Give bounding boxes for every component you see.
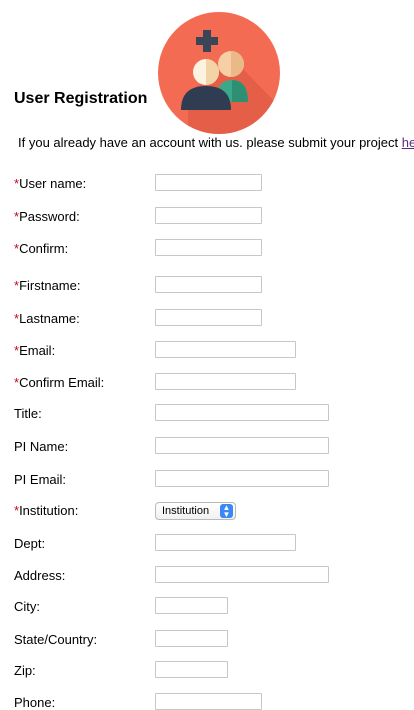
firstname-label: *Firstname: bbox=[14, 278, 80, 293]
confirm-email-input[interactable] bbox=[155, 373, 296, 390]
city-label: City: bbox=[14, 599, 40, 614]
address-input[interactable] bbox=[155, 566, 329, 583]
field-label-text: PI Name: bbox=[14, 439, 69, 454]
email-label: *Email: bbox=[14, 343, 55, 358]
confirm-input[interactable] bbox=[155, 239, 262, 256]
field-label-text: City: bbox=[14, 599, 40, 614]
lastname-input[interactable] bbox=[155, 309, 262, 326]
user-group-add-icon bbox=[158, 12, 280, 134]
field-label-text: Institution: bbox=[19, 503, 79, 518]
address-label: Address: bbox=[14, 568, 65, 583]
state-country-input[interactable] bbox=[155, 630, 228, 647]
field-label-text: Dept: bbox=[14, 536, 46, 551]
dept-label: Dept: bbox=[14, 536, 45, 551]
field-label-text: PI Email: bbox=[14, 472, 67, 487]
field-label-text: Zip: bbox=[14, 663, 36, 678]
pi-name-label: PI Name: bbox=[14, 439, 68, 454]
field-label-text: Password: bbox=[19, 209, 80, 224]
username-label: *User name: bbox=[14, 176, 86, 191]
select-value: Institution bbox=[162, 505, 210, 517]
institution-label: *Institution: bbox=[14, 503, 78, 518]
city-input[interactable] bbox=[155, 597, 228, 614]
field-label-text: Confirm Email: bbox=[19, 375, 105, 390]
intro-message: If you already have an account with us. … bbox=[18, 135, 402, 150]
login-link[interactable]: here bbox=[402, 135, 414, 150]
title-input[interactable] bbox=[155, 404, 329, 421]
phone-input[interactable] bbox=[155, 693, 262, 710]
field-label-text: Firstname: bbox=[19, 278, 81, 293]
dept-input[interactable] bbox=[155, 534, 296, 551]
lastname-label: *Lastname: bbox=[14, 311, 80, 326]
zip-input[interactable] bbox=[155, 661, 228, 678]
confirm-email-label: *Confirm Email: bbox=[14, 375, 104, 390]
username-input[interactable] bbox=[155, 174, 262, 191]
field-label-text: Address: bbox=[14, 568, 66, 583]
chevron-up-down-icon: ▲ ▼ bbox=[220, 504, 233, 519]
zip-label: Zip: bbox=[14, 663, 36, 678]
password-label: *Password: bbox=[14, 209, 80, 224]
confirm-label: *Confirm: bbox=[14, 241, 68, 256]
field-label-text: State/Country: bbox=[14, 632, 98, 647]
pi-email-label: PI Email: bbox=[14, 472, 66, 487]
field-label-text: Email: bbox=[19, 343, 56, 358]
field-label-text: Confirm: bbox=[19, 241, 69, 256]
field-label-text: User name: bbox=[19, 176, 87, 191]
firstname-input[interactable] bbox=[155, 276, 262, 293]
field-label-text: Title: bbox=[14, 406, 42, 421]
pi-name-input[interactable] bbox=[155, 437, 329, 454]
institution-select[interactable]: Institution ▲ ▼ bbox=[155, 502, 236, 520]
password-input[interactable] bbox=[155, 207, 262, 224]
email-input[interactable] bbox=[155, 341, 296, 358]
page-title: User Registration bbox=[14, 90, 148, 107]
intro-text: If you already have an account with us. … bbox=[18, 135, 414, 150]
pi-email-input[interactable] bbox=[155, 470, 329, 487]
field-label-text: Lastname: bbox=[19, 311, 80, 326]
title-label: Title: bbox=[14, 406, 42, 421]
state-country-label: State/Country: bbox=[14, 632, 97, 647]
